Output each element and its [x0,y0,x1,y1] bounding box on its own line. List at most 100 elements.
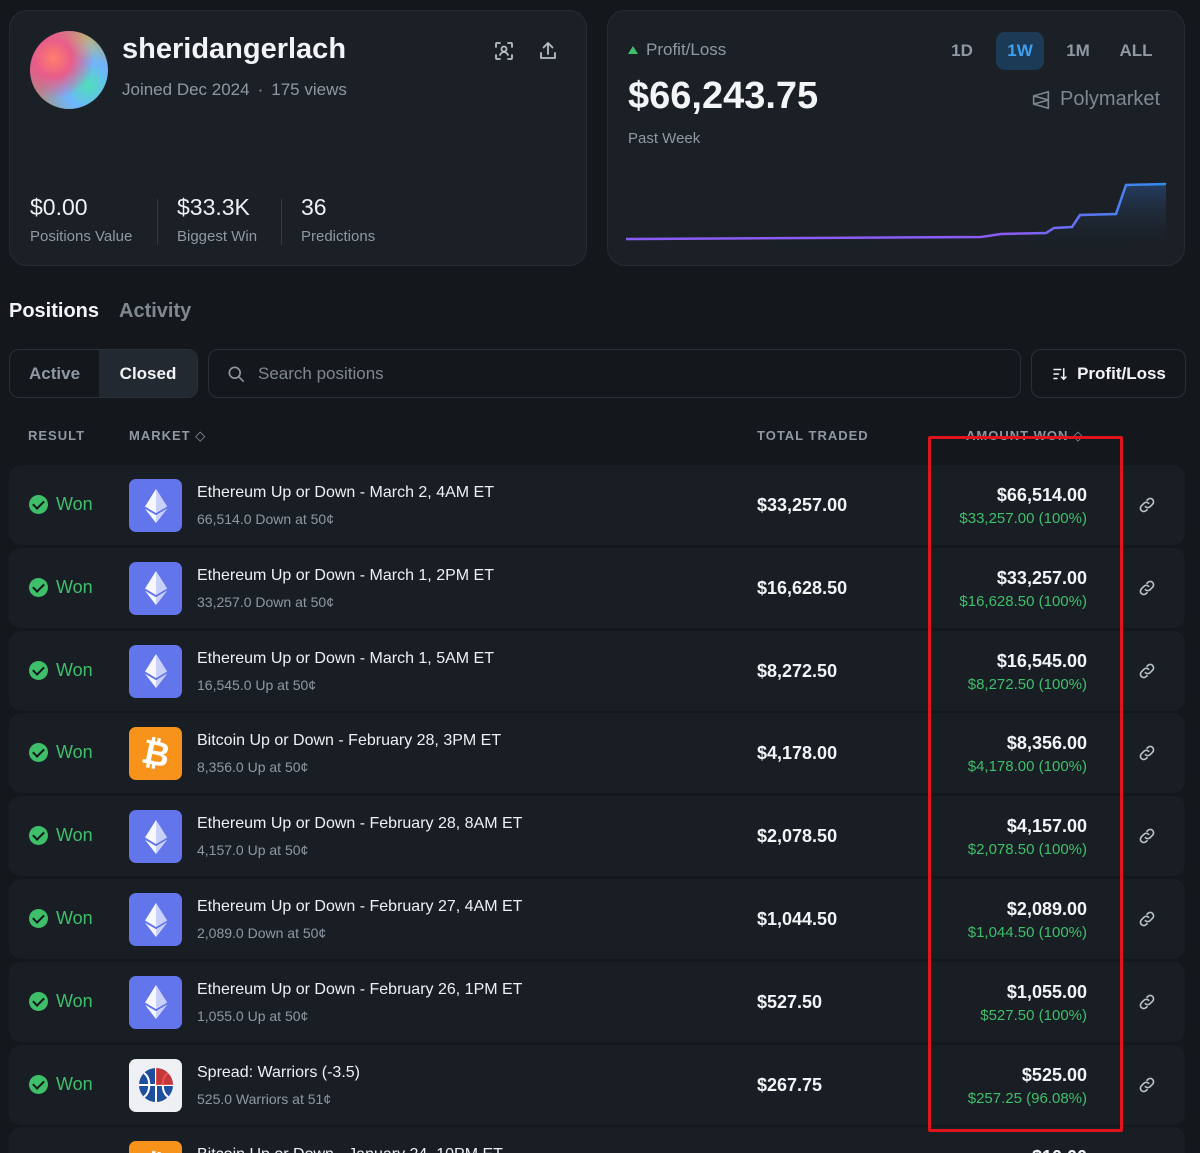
tab-positions[interactable]: Positions [9,300,99,323]
range-1d[interactable]: 1D [938,32,986,70]
table-row[interactable]: Won Spread: Warriors (-3.5) 525.0 Warriors… [9,1044,1185,1125]
table-row[interactable]: ₿ Bitcoin Up or Down - January 24, 10PM E… [9,1127,1185,1153]
total-traded: $33,257.00 [757,495,848,515]
pnl-period: Past Week [628,130,701,147]
link-icon[interactable] [1137,578,1157,598]
link-icon[interactable] [1137,992,1157,1012]
profit-amount: $33,257.00 (100%) [959,510,1087,527]
amount-won: $66,514.00 [996,485,1087,505]
market-icon [129,975,182,1029]
total-traded: $1,044.50 [757,909,838,929]
header-market[interactable]: MARKET ◇ [129,428,206,444]
scan-icon[interactable] [492,39,516,63]
link-icon[interactable] [1137,909,1157,929]
amount-won: $4,157.00 [1006,816,1087,837]
status-toggle: Active Closed [9,349,198,398]
market-title[interactable]: Ethereum Up or Down - March 1, 2PM ET [197,567,494,585]
stat-label: Predictions [301,228,376,245]
polymarket-logo-icon [1032,90,1050,109]
market-position: 4,157.0 Up at 50¢ [197,842,309,859]
bitcoin-icon: ₿ [137,731,174,777]
market-title[interactable]: Bitcoin Up or Down - January 24, 10PM ET [197,1146,503,1153]
market-title[interactable]: Ethereum Up or Down - February 27, 4AM E… [197,898,522,916]
market-icon [129,1058,182,1112]
market-title[interactable]: Spread: Warriors (-3.5) [197,1064,360,1082]
market-position: 2,089.0 Down at 50¢ [197,925,327,941]
profit-amount: $257.25 (96.08%) [967,1089,1087,1107]
stat-value: $33.3K [177,194,250,220]
header-result: RESULT [28,428,86,443]
market-icon [129,644,182,698]
bitcoin-icon: ₿ [138,1145,173,1153]
market-position: 33,257.0 Down at 50¢ [197,593,334,610]
polymarket-brand: Polymarket [1030,88,1160,111]
stat-predictions: 36 Predictions [301,194,375,245]
link-icon[interactable] [1137,743,1157,763]
result-label: Won [56,659,93,680]
total-traded: $527.50 [757,991,823,1012]
stat-value: $0.00 [30,194,88,220]
share-icon[interactable] [536,39,560,63]
range-1m[interactable]: 1M [1054,32,1102,70]
link-icon[interactable] [1137,661,1157,681]
result-label: Won [56,825,93,846]
range-selector: 1D 1W 1M ALL [938,32,1160,70]
market-icon: ₿ [129,1141,182,1153]
profile-meta: Joined Dec 2024 · 175 views [122,80,347,100]
link-icon[interactable] [1137,495,1157,515]
result-badge: Won [29,908,93,929]
link-icon[interactable] [1137,826,1157,846]
check-circle-icon [29,495,48,514]
total-traded: $8,272.50 [757,660,838,681]
stat-divider [281,199,282,245]
market-title[interactable]: Ethereum Up or Down - March 2, 4AM ET [197,484,494,502]
market-position: 16,545.0 Up at 50¢ [197,676,317,693]
search-input[interactable] [258,363,958,384]
pnl-label-text: Profit/Loss [646,40,727,59]
table-row[interactable]: Won Ethereum Up or Down - March 1, 5AM ET… [9,630,1185,711]
market-position: 8,356.0 Up at 50¢ [197,759,309,776]
tab-activity[interactable]: Activity [119,300,191,323]
result-label: Won [56,908,93,928]
market-title[interactable]: Bitcoin Up or Down - February 28, 3PM ET [197,732,501,750]
main-tabs: Positions Activity [9,300,191,323]
result-badge: Won [29,1074,93,1095]
view-count: 175 views [271,80,347,99]
pnl-card: Profit/Loss $66,243.75 Past Week 1D 1W 1… [607,10,1185,266]
amount-won: $2,089.00 [1006,899,1087,919]
profit-amount: $527.50 (100%) [980,1006,1087,1024]
filter-closed-button[interactable]: Closed [99,350,197,397]
sort-button[interactable]: Profit/Loss [1031,349,1186,398]
table-row[interactable]: Won Ethereum Up or Down - February 26, 1P… [9,961,1185,1042]
check-circle-icon [29,743,48,763]
market-icon [129,561,182,615]
total-traded: $16,628.50 [757,577,848,598]
table-row[interactable]: Won Ethereum Up or Down - February 27, 4A… [9,879,1185,959]
table-row[interactable]: Won Ethereum Up or Down - February 28, 8A… [9,796,1185,877]
pnl-label: Profit/Loss [628,40,726,60]
range-all[interactable]: ALL [1112,32,1160,70]
ethereum-icon [144,819,167,854]
market-title[interactable]: Ethereum Up or Down - March 1, 5AM ET [197,650,494,668]
table-row[interactable]: Won ₿ Bitcoin Up or Down - February 28, 3P… [9,713,1185,794]
ethereum-icon [144,985,167,1020]
market-title[interactable]: Ethereum Up or Down - February 28, 8AM E… [197,815,522,833]
check-circle-icon [29,909,48,928]
table-row[interactable]: Won Ethereum Up or Down - March 1, 2PM ET… [9,547,1185,628]
result-label: Won [56,1073,93,1094]
amount-won: $16,545.00 [996,650,1087,671]
market-icon [129,479,182,532]
link-icon[interactable] [1137,1075,1157,1095]
brand-name: Polymarket [1060,88,1161,110]
result-badge: Won [29,742,93,763]
filter-active-button[interactable]: Active [10,350,99,397]
market-title[interactable]: Ethereum Up or Down - February 26, 1PM E… [197,981,522,999]
range-1w[interactable]: 1W [996,32,1044,70]
amount-won: $8,356.00 [1006,733,1087,754]
stat-positions-value: $0.00 Positions Value [30,194,132,245]
profile-card: sheridangerlach Joined Dec 2024 · 175 view… [9,10,587,266]
amount-won: $525.00 [1021,1064,1087,1085]
check-circle-icon [29,577,48,597]
header-amount-won[interactable]: AMOUNT WON ◇ [966,428,1084,444]
table-row[interactable]: Won Ethereum Up or Down - March 2, 4AM ET… [9,465,1185,545]
